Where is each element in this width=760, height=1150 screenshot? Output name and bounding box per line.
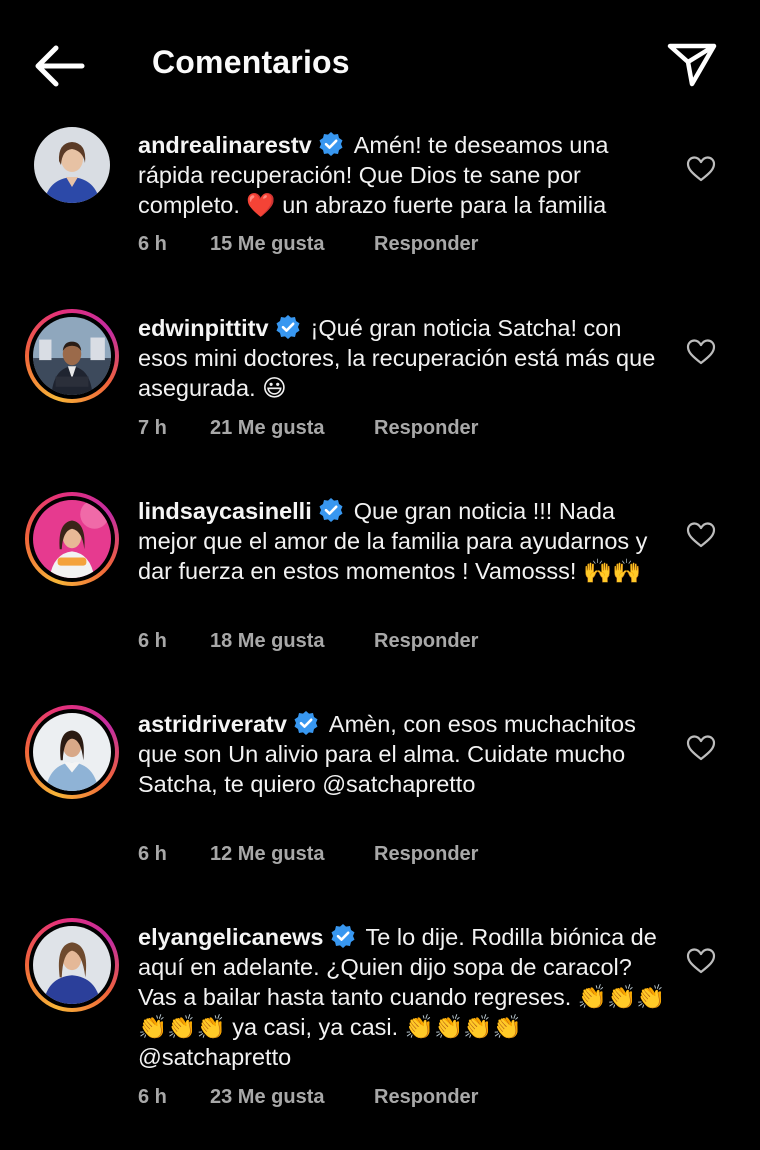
like-button[interactable] <box>686 734 716 762</box>
avatar[interactable] <box>25 705 119 799</box>
comment-username[interactable]: astridriveratv <box>138 711 287 737</box>
heart-outline-icon <box>686 735 716 761</box>
comment-text: astridriveratv Amèn, con esos muchachitos… <box>138 709 668 799</box>
arrow-left-icon <box>35 45 85 87</box>
avatar[interactable] <box>25 309 119 403</box>
comment-time: 6 h <box>138 233 167 255</box>
paper-plane-icon <box>667 43 717 87</box>
back-button[interactable] <box>28 40 88 92</box>
comment-likes[interactable]: 21 Me gusta <box>210 417 324 440</box>
comment-username[interactable]: elyangelicanews <box>138 924 324 950</box>
verified-badge-icon <box>318 131 344 157</box>
heart-emoji: ❤️ <box>246 192 276 218</box>
reply-button[interactable]: Responder <box>374 1086 478 1109</box>
verified-badge-icon <box>275 314 301 340</box>
reply-button[interactable]: Responder <box>374 843 478 866</box>
reply-button[interactable]: Responder <box>374 630 478 653</box>
comment-message-end: un abrazo fuerte para la familia <box>275 192 607 218</box>
share-button[interactable] <box>664 38 720 90</box>
page-title: Comentarios <box>152 44 350 80</box>
reply-button[interactable]: Responder <box>374 233 478 256</box>
comment-time: 6 h <box>138 1086 167 1108</box>
heart-outline-icon <box>686 522 716 548</box>
like-button[interactable] <box>686 338 716 366</box>
comment-username[interactable]: lindsaycasinelli <box>138 498 312 524</box>
verified-badge-icon <box>293 710 319 736</box>
heart-outline-icon <box>686 339 716 365</box>
comment-time: 7 h <box>138 417 167 439</box>
like-button[interactable] <box>686 947 716 975</box>
reply-button[interactable]: Responder <box>374 417 478 440</box>
app-header: Comentarios <box>0 0 760 130</box>
comment-time: 6 h <box>138 630 167 652</box>
comment-likes[interactable]: 18 Me gusta <box>210 630 324 653</box>
comment-text: edwinpittitv ¡Qué gran noticia Satcha! co… <box>138 313 668 403</box>
comment-username[interactable]: andrealinarestv <box>138 132 312 158</box>
verified-badge-icon <box>318 497 344 523</box>
comment-text: andrealinarestv Amén! te deseamos una ráp… <box>138 130 668 220</box>
like-button[interactable] <box>686 155 716 183</box>
avatar[interactable] <box>25 118 119 212</box>
like-button[interactable] <box>686 521 716 549</box>
heart-outline-icon <box>686 948 716 974</box>
comment-time: 6 h <box>138 843 167 865</box>
comment-likes[interactable]: 12 Me gusta <box>210 843 324 866</box>
avatar[interactable] <box>25 492 119 586</box>
comment-text: lindsaycasinelli Que gran noticia !!! Nad… <box>138 496 668 586</box>
comment-likes[interactable]: 15 Me gusta <box>210 233 324 256</box>
avatar[interactable] <box>25 918 119 1012</box>
comment-likes[interactable]: 23 Me gusta <box>210 1086 324 1109</box>
comment-text: elyangelicanews Te lo dije. Rodilla bióni… <box>138 922 668 1072</box>
heart-outline-icon <box>686 156 716 182</box>
verified-badge-icon <box>330 923 356 949</box>
comment-username[interactable]: edwinpittitv <box>138 315 269 341</box>
